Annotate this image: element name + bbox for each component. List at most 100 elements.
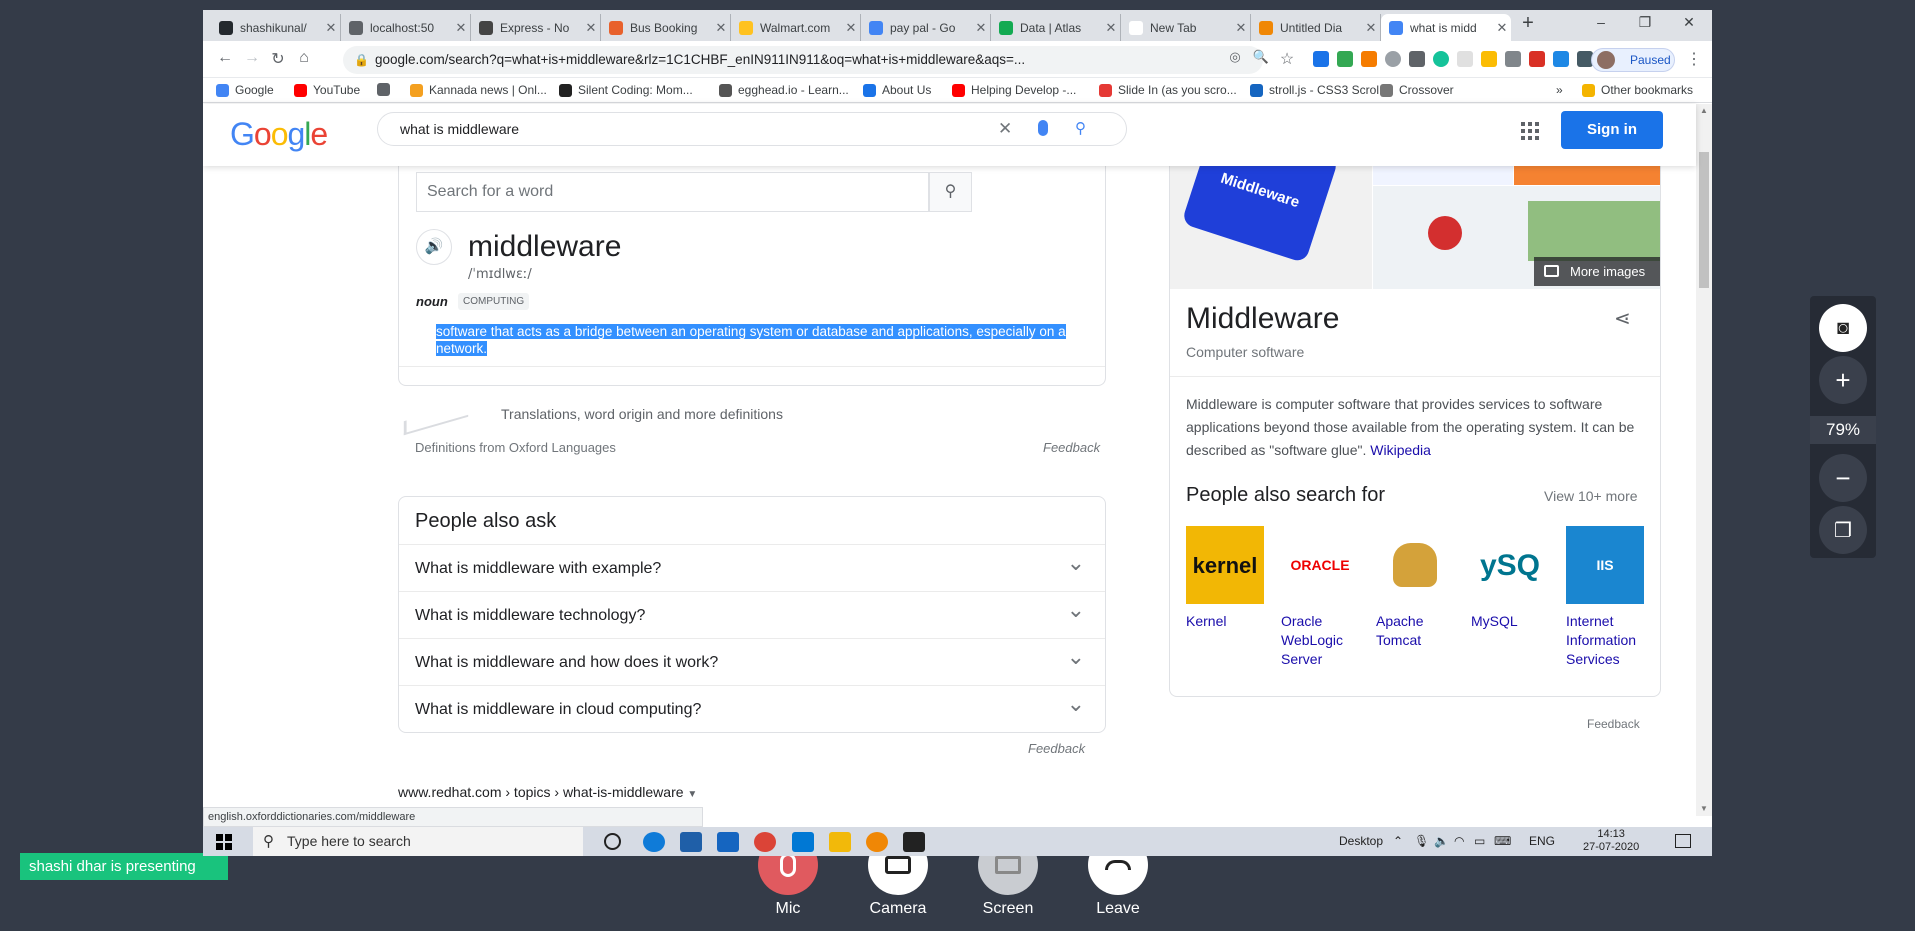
browser-tab[interactable]: Bus Booking ✕ xyxy=(601,14,731,41)
middleware-image[interactable]: Middleware xyxy=(1170,166,1372,289)
restore-button[interactable]: ❐ xyxy=(1625,14,1665,31)
bookmark-item[interactable]: Crossover xyxy=(1380,83,1454,97)
bookmark-item[interactable]: stroll.js - CSS3 Scrol... xyxy=(1250,83,1389,97)
close-tab-icon[interactable]: ✕ xyxy=(582,20,600,36)
browser-tab[interactable]: Express - No ✕ xyxy=(471,14,601,41)
battery-icon[interactable]: ▭ xyxy=(1474,834,1485,848)
close-tab-icon[interactable]: ✕ xyxy=(452,20,470,36)
close-tab-icon[interactable]: ✕ xyxy=(1362,20,1380,36)
dictionary-feedback[interactable]: Feedback xyxy=(1043,440,1100,455)
zoom-out-icon[interactable]: − xyxy=(1819,454,1867,502)
keyboard-icon[interactable]: ⌨ xyxy=(1494,834,1511,848)
sign-in-button[interactable]: Sign in xyxy=(1561,111,1663,149)
bookmark-item[interactable]: Kannada news | Onl... xyxy=(410,83,547,97)
terminal-icon[interactable] xyxy=(903,832,925,852)
close-tab-icon[interactable]: ✕ xyxy=(1102,20,1120,36)
zoom-in-icon[interactable]: + xyxy=(1819,356,1867,404)
chrome-icon[interactable] xyxy=(754,832,776,852)
location-icon[interactable]: ◎ xyxy=(1224,49,1246,65)
extension-icon[interactable] xyxy=(1553,51,1569,67)
bookmark-item[interactable]: egghead.io - Learn... xyxy=(719,83,849,97)
diagram-image[interactable] xyxy=(1373,166,1513,185)
vscode-icon[interactable] xyxy=(792,832,814,852)
file-explorer-icon[interactable] xyxy=(829,832,851,852)
paa-question[interactable]: What is middleware in cloud computing? ⌄ xyxy=(399,685,1105,732)
wikipedia-link[interactable]: Wikipedia xyxy=(1370,442,1431,458)
bookmark-item[interactable]: About Us xyxy=(863,83,931,97)
minimize-button[interactable]: – xyxy=(1581,14,1621,30)
browser-tab[interactable]: Walmart.com ✕ xyxy=(731,14,861,41)
wifi-icon[interactable]: ◠ xyxy=(1454,834,1464,848)
google-logo[interactable]: Google xyxy=(230,116,328,153)
menu-icon[interactable]: ⋮ xyxy=(1683,49,1705,69)
paa-question[interactable]: What is middleware and how does it work?… xyxy=(399,638,1105,685)
browser-tab[interactable]: pay pal - Go ✕ xyxy=(861,14,991,41)
new-tab-button[interactable]: + xyxy=(1508,12,1548,35)
search-icon[interactable]: ⚲ xyxy=(1075,113,1086,145)
grammarly-icon[interactable] xyxy=(1433,51,1449,67)
bookmark-item[interactable]: Google xyxy=(216,83,274,97)
word-search-input[interactable]: Search for a word xyxy=(416,172,929,212)
close-tab-icon[interactable]: ✕ xyxy=(1232,20,1250,36)
panel-feedback[interactable]: Feedback xyxy=(1587,717,1640,731)
related-entity[interactable]: Apache Tomcat xyxy=(1376,526,1466,650)
more-images-button[interactable]: More images xyxy=(1534,257,1660,286)
close-window-button[interactable]: ✕ xyxy=(1669,14,1709,31)
camera-extension-icon[interactable] xyxy=(1505,51,1521,67)
related-entity[interactable]: ySQ MySQL xyxy=(1471,526,1561,631)
extension-icon[interactable] xyxy=(1361,51,1377,67)
scrollbar-thumb[interactable] xyxy=(1699,152,1709,288)
volume-icon[interactable]: 🔈 xyxy=(1434,834,1449,848)
pronounce-speaker-icon[interactable]: 🔊 xyxy=(416,229,452,265)
orange-image[interactable] xyxy=(1514,166,1660,185)
store-icon[interactable] xyxy=(680,832,702,852)
close-tab-icon[interactable]: ✕ xyxy=(842,20,860,36)
extension-icon[interactable] xyxy=(1457,51,1473,67)
close-tab-icon[interactable]: ✕ xyxy=(712,20,730,36)
browser-tab[interactable]: Data | Atlas ✕ xyxy=(991,14,1121,41)
result-breadcrumb[interactable]: www.redhat.com › topics › what-is-middle… xyxy=(398,784,697,800)
reload-icon[interactable]: ↻ xyxy=(267,49,289,69)
related-entity[interactable]: kernel Kernel xyxy=(1186,526,1276,631)
browser-tab[interactable]: Untitled Dia ✕ xyxy=(1251,14,1381,41)
more-definitions-link[interactable]: Translations, word origin and more defin… xyxy=(501,406,783,422)
more-bookmarks-chevron[interactable]: » xyxy=(1556,83,1563,97)
apps-grid-icon[interactable] xyxy=(1521,122,1539,140)
taskbar-search[interactable]: ⚲ Type here to search xyxy=(253,827,583,856)
app-icon[interactable] xyxy=(866,832,888,852)
pen-extension-icon[interactable] xyxy=(1529,51,1545,67)
browser-tab[interactable]: shashikunal/ ✕ xyxy=(211,14,341,41)
copy-icon[interactable]: ❐ xyxy=(1819,506,1867,554)
profile-paused-button[interactable]: Paused xyxy=(1591,48,1675,72)
tray-up-icon[interactable]: ⌃ xyxy=(1393,834,1403,848)
notifications-icon[interactable] xyxy=(1675,834,1691,848)
scroll-up-icon[interactable]: ▲ xyxy=(1700,106,1708,115)
zoom-icon[interactable]: 🔍 xyxy=(1250,49,1272,65)
view-more-link[interactable]: View 10+ more xyxy=(1544,488,1638,504)
mic-icon[interactable] xyxy=(1038,120,1048,136)
page-scrollbar[interactable]: ▲ ▼ xyxy=(1696,104,1712,816)
mail-icon[interactable] xyxy=(717,832,739,852)
related-entity[interactable]: ORACLE Oracle WebLogic Server xyxy=(1281,526,1371,669)
bookmark-star-icon[interactable]: ☆ xyxy=(1276,49,1298,69)
windows-start-icon[interactable] xyxy=(216,834,232,850)
desktop-label[interactable]: Desktop xyxy=(1339,834,1383,848)
cortana-icon[interactable] xyxy=(604,833,621,850)
bookmark-item[interactable]: Other bookmarks xyxy=(1582,83,1693,97)
close-tab-icon[interactable]: ✕ xyxy=(322,20,340,36)
edge-icon[interactable] xyxy=(643,832,665,852)
paa-question[interactable]: What is middleware with example? ⌄ xyxy=(399,544,1105,591)
related-entity[interactable]: IIS Internet Information Services xyxy=(1566,526,1656,669)
expand-chevron-icon[interactable] xyxy=(403,402,469,436)
share-icon[interactable]: ⋖ xyxy=(1614,306,1631,331)
back-icon[interactable]: ← xyxy=(214,49,236,67)
paa-question[interactable]: What is middleware technology? ⌄ xyxy=(399,591,1105,638)
bookmark-item[interactable] xyxy=(377,83,396,96)
word-search-icon[interactable]: ⚲ xyxy=(929,172,972,212)
extension-icon[interactable] xyxy=(1337,51,1353,67)
tray-mic-icon[interactable]: 🎙 xyxy=(1414,834,1429,848)
forward-icon[interactable]: → xyxy=(241,49,263,67)
browser-tab[interactable]: localhost:50 ✕ xyxy=(341,14,471,41)
home-icon[interactable]: ⌂ xyxy=(293,49,315,67)
search-input[interactable]: what is middleware ✕ ⚲ xyxy=(377,112,1127,146)
